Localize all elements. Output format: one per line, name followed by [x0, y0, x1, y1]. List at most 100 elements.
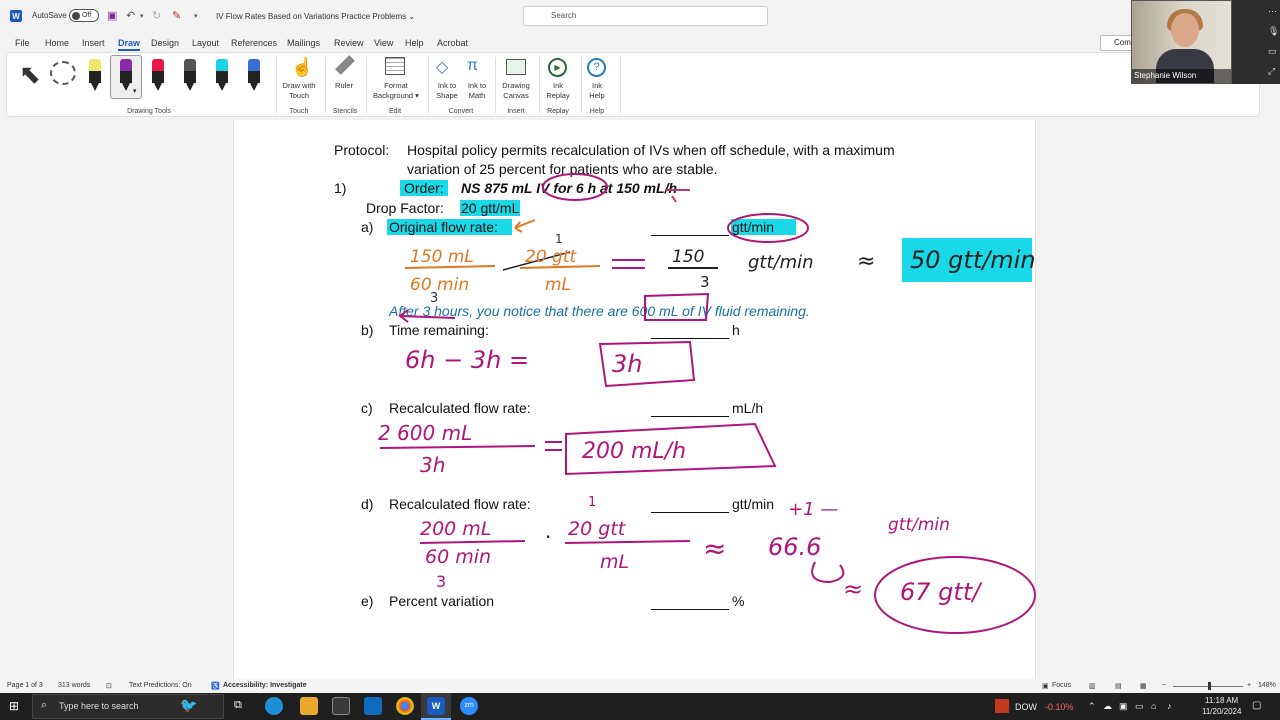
windows-start-icon[interactable]: ⊞	[9, 699, 19, 713]
zoom-slider-thumb[interactable]	[1208, 682, 1211, 690]
tab-design[interactable]: Design	[151, 38, 179, 48]
print-layout-icon[interactable]: ▤	[1115, 682, 1122, 690]
document-page[interactable]: Protocol: Hospital policy permits recalc…	[233, 120, 1036, 680]
chrome-icon[interactable]	[396, 697, 414, 715]
item-a-blank[interactable]	[651, 235, 729, 236]
tab-home[interactable]: Home	[45, 38, 69, 48]
search-input[interactable]: Search	[523, 6, 768, 26]
notifications-icon[interactable]: ▢	[1252, 700, 1261, 711]
pen-blue-icon[interactable]	[248, 59, 260, 91]
drawing-canvas-icon[interactable]	[506, 59, 526, 75]
word-count[interactable]: 313 words	[58, 682, 90, 689]
focus-mode[interactable]: Focus	[1052, 682, 1071, 689]
tray-chevron-icon[interactable]: ⌃	[1088, 701, 1096, 712]
proofing-icon[interactable]: ⊡	[106, 682, 112, 690]
pencil-gray-icon[interactable]	[184, 59, 196, 91]
tab-file[interactable]: File	[15, 38, 30, 48]
item-c-letter: c)	[361, 400, 373, 416]
select-pointer-icon[interactable]: ⬉	[19, 61, 41, 87]
clock-date[interactable]: 11/20/2024	[1202, 707, 1241, 716]
pen-quick-icon[interactable]: ✎	[172, 9, 181, 22]
zoom-out-icon[interactable]: −	[1162, 682, 1166, 689]
zoom-in-icon[interactable]: +	[1247, 682, 1251, 689]
item-e-blank[interactable]	[651, 609, 729, 610]
ribbon-tabs: File Home Insert Draw Design Layout Refe…	[0, 32, 1280, 52]
tab-view[interactable]: View	[374, 38, 393, 48]
ink-help-icon[interactable]: ?	[587, 58, 606, 77]
copilot-bird-icon[interactable]: 🐦	[180, 697, 197, 714]
pen-purple-icon[interactable]	[120, 59, 132, 91]
status-bar: Page 1 of 3 313 words ⊡ Text Predictions…	[0, 679, 1280, 693]
onedrive-icon[interactable]: ☁	[1103, 701, 1112, 712]
ink-to-math-icon[interactable]: π	[467, 57, 478, 75]
format-background-button[interactable]: Format Background ▾	[367, 81, 425, 101]
outlook-icon[interactable]	[364, 697, 382, 715]
clock-time[interactable]: 11:18 AM	[1205, 696, 1238, 705]
pen-purple-dropdown-icon[interactable]: ▾	[133, 87, 137, 95]
text-predictions[interactable]: Text Predictions: On	[129, 682, 192, 689]
ink-help-button[interactable]: Ink Help	[580, 81, 614, 101]
word-logo-icon: W	[10, 10, 22, 22]
highlighter-cyan-icon[interactable]	[216, 59, 228, 91]
ruler-icon[interactable]	[335, 55, 355, 75]
video-camera-icon[interactable]: ▭	[1268, 46, 1277, 57]
presenter-name: Stephanie Wilson	[1132, 69, 1231, 83]
undo-dropdown-icon[interactable]: ▾	[140, 12, 144, 20]
comments-button[interactable]: Com	[1100, 35, 1134, 51]
item-b-blank[interactable]	[651, 338, 729, 339]
item-b-letter: b)	[361, 322, 374, 338]
tab-draw[interactable]: Draw	[118, 38, 141, 51]
ink-to-shape-button[interactable]: Ink to Shape	[431, 81, 463, 101]
draw-with-touch-button[interactable]: Draw with Touch	[279, 81, 319, 101]
dow-label[interactable]: DOW	[1015, 702, 1037, 712]
tab-review[interactable]: Review	[334, 38, 364, 48]
tab-mailings[interactable]: Mailings	[287, 38, 320, 48]
video-menu-icon[interactable]: ⋯	[1268, 6, 1277, 17]
lasso-select-icon[interactable]	[50, 61, 76, 85]
draw-with-touch-icon[interactable]: ☝	[291, 57, 313, 78]
highlighter-yellow-icon[interactable]	[89, 59, 101, 91]
ruler-button[interactable]: Ruler	[327, 81, 361, 91]
pen-red-icon[interactable]	[152, 59, 164, 91]
word-taskbar-icon[interactable]: W	[427, 697, 445, 715]
item-d-blank[interactable]	[651, 512, 729, 513]
item-c-blank[interactable]	[651, 416, 729, 417]
video-mic-icon[interactable]: 🎙	[1268, 26, 1279, 37]
tab-help[interactable]: Help	[405, 38, 424, 48]
customize-qat-icon[interactable]: ▾	[194, 12, 198, 20]
ink-to-shape-icon[interactable]: ◇	[436, 57, 448, 77]
redo-icon[interactable]: ↻	[152, 9, 161, 22]
zoom-app-icon[interactable]: zm	[460, 697, 478, 715]
dow-change[interactable]: -0.10%	[1045, 702, 1074, 712]
ink-replay-button[interactable]: Ink Replay	[541, 81, 575, 101]
group-replay: Replay	[547, 108, 569, 115]
web-layout-icon[interactable]: ▦	[1140, 682, 1147, 690]
tab-references[interactable]: References	[231, 38, 277, 48]
display-icon[interactable]: ▭	[1135, 701, 1144, 712]
ink-replay-icon[interactable]: ▶	[548, 58, 567, 77]
volume-icon[interactable]: ♪	[1167, 701, 1172, 711]
title-bar: W AutoSave Off ▣ ↶ ▾ ↻ ✎ ▾ IV Flow Rates…	[0, 0, 1280, 32]
save-icon[interactable]: ▣	[107, 9, 117, 22]
ink-to-math-button[interactable]: Ink to Math	[461, 81, 493, 101]
accessibility-status[interactable]: Accessibility: Investigate	[223, 682, 307, 689]
edge-icon[interactable]	[265, 697, 283, 715]
autosave-toggle[interactable]: Off	[69, 9, 99, 22]
undo-icon[interactable]: ↶	[126, 9, 135, 22]
drawing-canvas-button[interactable]: Drawing Canvas	[497, 81, 535, 101]
tab-insert[interactable]: Insert	[82, 38, 105, 48]
document-title[interactable]: IV Flow Rates Based on Variations Practi…	[216, 12, 415, 21]
group-edit: Edit	[388, 108, 402, 115]
format-background-icon[interactable]	[385, 57, 405, 75]
task-view-icon[interactable]: ⧉	[234, 699, 242, 712]
tab-layout[interactable]: Layout	[192, 38, 219, 48]
tab-acrobat[interactable]: Acrobat	[437, 38, 468, 48]
read-mode-icon[interactable]: ▥	[1089, 682, 1096, 690]
video-expand-icon[interactable]: ⤢	[1268, 66, 1275, 77]
zoom-level[interactable]: 148%	[1258, 682, 1276, 689]
store-icon[interactable]	[332, 697, 350, 715]
security-icon[interactable]: ▣	[1119, 701, 1128, 712]
page-count[interactable]: Page 1 of 3	[7, 682, 43, 689]
file-explorer-icon[interactable]	[300, 697, 318, 715]
network-icon[interactable]: ⌂	[1151, 701, 1156, 711]
